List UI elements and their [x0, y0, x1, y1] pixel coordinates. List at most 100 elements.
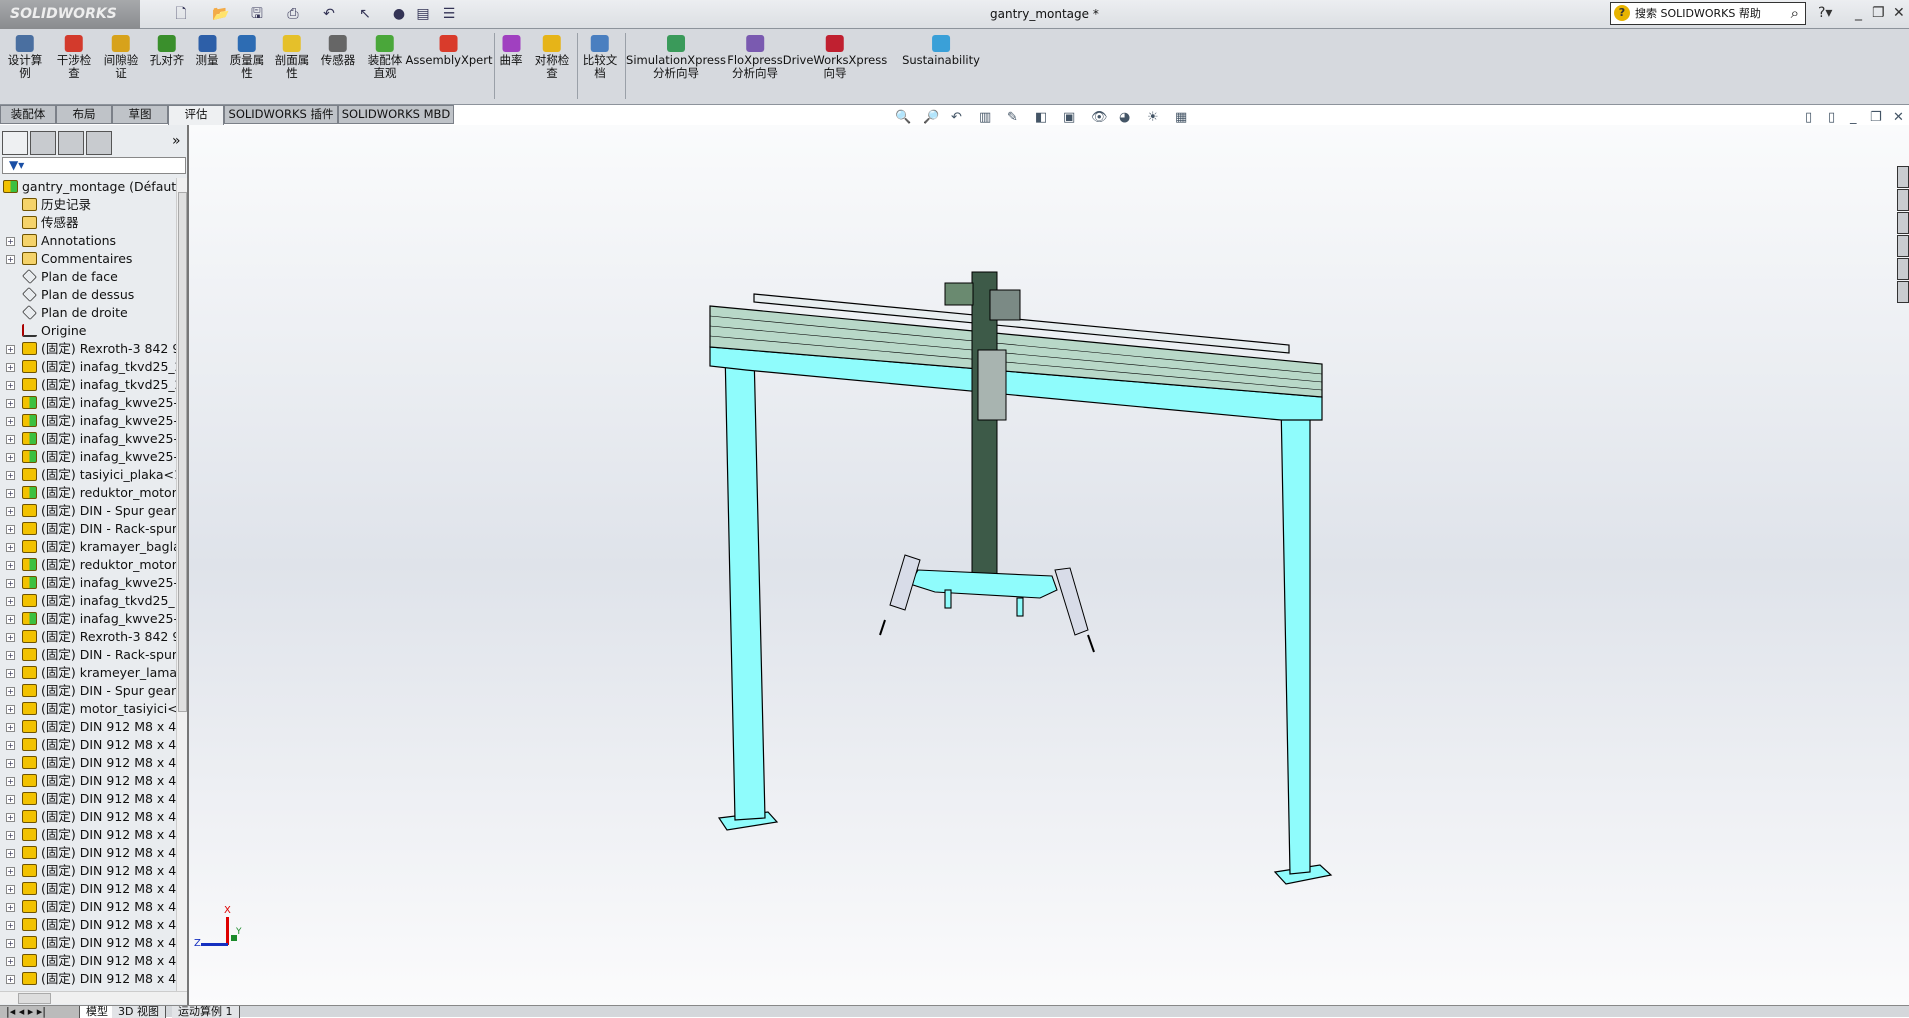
expand-toggle[interactable]: +: [6, 597, 15, 606]
tree-item[interactable]: Plan de droite: [0, 304, 176, 322]
tree-item[interactable]: + (固定) DIN 912 M8 x 40: [0, 880, 176, 898]
expand-toggle[interactable]: +: [6, 237, 15, 246]
tree-item[interactable]: + (固定) DIN - Rack-spur: [0, 520, 176, 538]
gantry-model[interactable]: [189, 125, 1909, 1005]
tree-item[interactable]: + (固定) kramayer_baglan: [0, 538, 176, 556]
doc-minimize-icon[interactable]: _: [1850, 110, 1857, 130]
expand-toggle[interactable]: +: [6, 651, 15, 660]
design-library-icon[interactable]: [1897, 189, 1909, 211]
tree-filter[interactable]: ▼▾: [2, 157, 186, 174]
undo-icon[interactable]: ↶: [320, 5, 338, 23]
expand-toggle[interactable]: +: [6, 345, 15, 354]
expand-toggle[interactable]: +: [6, 903, 15, 912]
tree-item[interactable]: + (固定) Rexroth-3 842 99: [0, 628, 176, 646]
tree-item[interactable]: + (固定) inafag_kwve25-b: [0, 574, 176, 592]
select-icon[interactable]: ↖: [356, 5, 374, 23]
expand-toggle[interactable]: +: [6, 831, 15, 840]
tree-item[interactable]: Origine: [0, 322, 176, 340]
tab-1[interactable]: 布局: [56, 105, 112, 124]
expand-toggle[interactable]: +: [6, 867, 15, 876]
expand-toggle[interactable]: +: [6, 849, 15, 858]
tree-horizontal-scrollbar[interactable]: [0, 991, 187, 1004]
tree-item[interactable]: + (固定) Rexroth-3 842 99: [0, 340, 176, 358]
custom-properties-icon[interactable]: [1897, 281, 1909, 303]
expand-toggle[interactable]: +: [6, 507, 15, 516]
expand-toggle[interactable]: +: [6, 687, 15, 696]
close-icon[interactable]: ✕: [1893, 5, 1905, 21]
doc-close-icon[interactable]: ✕: [1893, 110, 1904, 130]
tab-0[interactable]: 装配体: [0, 105, 56, 124]
options-icon[interactable]: ☰: [440, 5, 458, 23]
previous-view-icon[interactable]: ↶: [951, 110, 962, 130]
tree-vertical-scrollbar[interactable]: [176, 178, 187, 991]
open-icon[interactable]: 📂: [212, 5, 230, 23]
expand-toggle[interactable]: +: [6, 417, 15, 426]
expand-toggle[interactable]: +: [6, 975, 15, 984]
zoom-to-fit-icon[interactable]: 🔍: [895, 110, 911, 130]
tree-item[interactable]: + (固定) DIN 912 M8 x 40: [0, 844, 176, 862]
tab-5[interactable]: SOLIDWORKS MBD: [338, 105, 454, 124]
tree-item[interactable]: + (固定) DIN 912 M8 x 40: [0, 736, 176, 754]
expand-toggle[interactable]: +: [6, 363, 15, 372]
ribbon-button-14[interactable]: FloXpress 分析向导: [727, 35, 783, 80]
ribbon-button-10[interactable]: 曲率: [500, 35, 523, 67]
file-explorer-icon[interactable]: [1897, 212, 1909, 234]
tree-item[interactable]: + (固定) DIN 912 M8 x 40: [0, 772, 176, 790]
ribbon-button-9[interactable]: AssemblyXpert: [406, 35, 492, 67]
graphics-area[interactable]: [189, 125, 1909, 1005]
tree-item[interactable]: + (固定) DIN - Rack-spur: [0, 646, 176, 664]
tree-item[interactable]: + (固定) krameyer_lama<: [0, 664, 176, 682]
ribbon-button-3[interactable]: 孔对齐: [150, 35, 184, 67]
tree-item[interactable]: + (固定) DIN 912 M8 x 40: [0, 790, 176, 808]
tile-left-icon[interactable]: ▯: [1805, 110, 1812, 130]
tree-item[interactable]: + (固定) inafag_kwve25-b: [0, 394, 176, 412]
tab-4[interactable]: SOLIDWORKS 插件: [224, 105, 338, 124]
expand-toggle[interactable]: +: [6, 489, 15, 498]
expand-toggle[interactable]: +: [6, 525, 15, 534]
display-style-icon[interactable]: ▣: [1063, 110, 1075, 130]
ribbon-button-12[interactable]: 比较文 档: [583, 35, 617, 80]
tree-item[interactable]: + (固定) DIN 912 M8 x 40: [0, 934, 176, 952]
edit-appearance-icon[interactable]: ◕: [1119, 110, 1130, 130]
ribbon-button-0[interactable]: 设计算 例: [8, 35, 42, 80]
ribbon-button-6[interactable]: 剖面属 性: [275, 35, 309, 80]
tree-item[interactable]: + (固定) DIN 912 M8 x 40: [0, 898, 176, 916]
display-manager-tab-icon[interactable]: [86, 131, 112, 155]
expand-toggle[interactable]: +: [6, 939, 15, 948]
expand-toggle[interactable]: +: [6, 399, 15, 408]
tree-item[interactable]: + (固定) DIN 912 M8 x 40: [0, 916, 176, 934]
zoom-area-icon[interactable]: 🔎: [923, 110, 939, 130]
tree-item[interactable]: + (固定) DIN - Spur gear: [0, 502, 176, 520]
tree-item[interactable]: + Annotations: [0, 232, 176, 250]
new-icon[interactable]: 🗋: [172, 5, 190, 23]
property-manager-tab-icon[interactable]: [30, 131, 56, 155]
tree-item[interactable]: + (固定) motor_tasiyici<1: [0, 700, 176, 718]
tree-item[interactable]: + (固定) inafag_tkvd25_25: [0, 358, 176, 376]
expand-toggle[interactable]: +: [6, 543, 15, 552]
tree-item[interactable]: + (固定) DIN 912 M8 x 40: [0, 754, 176, 772]
tree-item[interactable]: 历史记录: [0, 196, 176, 214]
expand-toggle[interactable]: +: [6, 381, 15, 390]
expand-toggle[interactable]: +: [6, 669, 15, 678]
expand-toggle[interactable]: +: [6, 741, 15, 750]
expand-panel-icon[interactable]: »: [172, 133, 181, 149]
tree-root-assembly[interactable]: gantry_montage (Défaut<: [0, 178, 176, 196]
expand-toggle[interactable]: +: [6, 723, 15, 732]
tab-scroll-arrows[interactable]: |◂ ◂ ▸ ▸|: [0, 1006, 80, 1018]
tab-2[interactable]: 草图: [112, 105, 168, 124]
help-icon[interactable]: ?▾: [1818, 5, 1832, 21]
expand-toggle[interactable]: +: [6, 795, 15, 804]
view-palette-icon[interactable]: [1897, 235, 1909, 257]
tree-item[interactable]: + (固定) inafag_tkvd25_10: [0, 592, 176, 610]
expand-toggle[interactable]: +: [6, 453, 15, 462]
tree-item[interactable]: + (固定) DIN - Spur gear: [0, 682, 176, 700]
tree-item[interactable]: + Commentaires: [0, 250, 176, 268]
expand-toggle[interactable]: +: [6, 921, 15, 930]
ribbon-button-1[interactable]: 干涉检 查: [57, 35, 91, 80]
tree-item[interactable]: + (固定) DIN 912 M8 x 40: [0, 862, 176, 880]
bottom-tab-0[interactable]: 模型: [80, 1006, 115, 1018]
hide-show-icon[interactable]: 👁: [1091, 110, 1108, 130]
expand-toggle[interactable]: +: [6, 885, 15, 894]
expand-toggle[interactable]: +: [6, 435, 15, 444]
expand-toggle[interactable]: +: [6, 705, 15, 714]
